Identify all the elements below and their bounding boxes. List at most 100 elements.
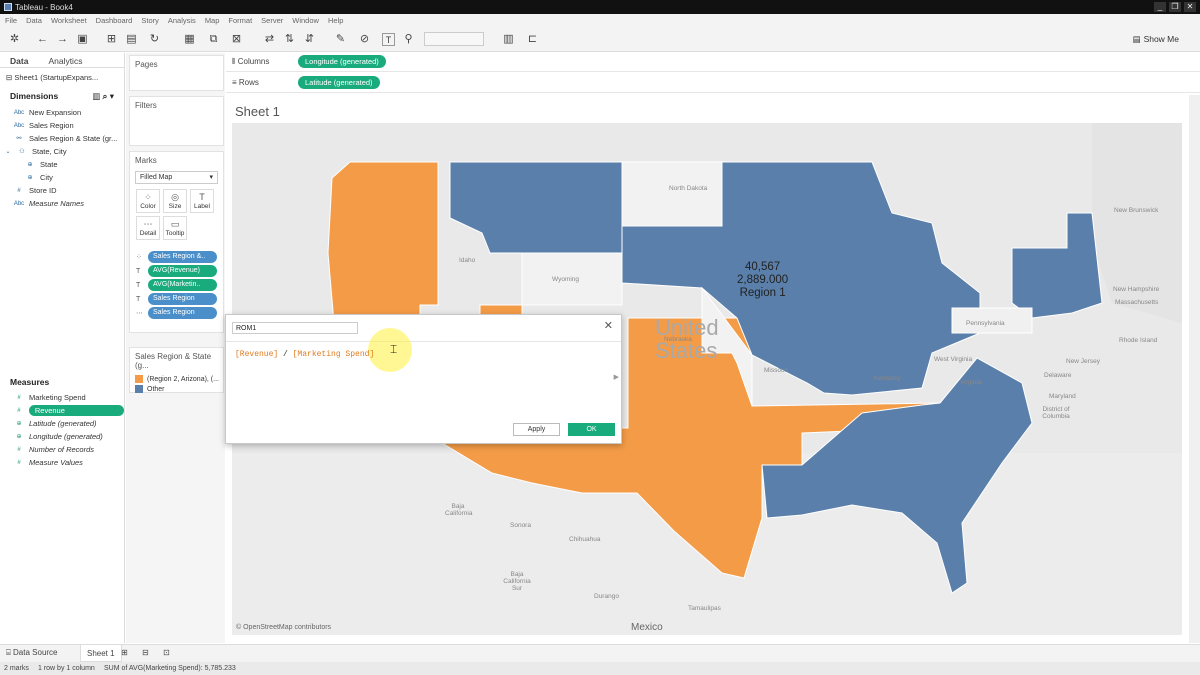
detail-button[interactable]: ⋯ Detail [136,216,160,240]
formula-field-revenue: [Revenue] [235,350,279,359]
menu-file[interactable]: File [5,16,17,25]
fit-dropdown[interactable] [424,32,484,46]
menu-dashboard[interactable]: Dashboard [96,16,133,25]
field-state[interactable]: ⊕ State [0,158,124,171]
columns-pill-longitude[interactable]: Longitude (generated) [298,55,386,68]
show-labels-icon[interactable]: T [382,33,395,46]
new-story-tab-icon[interactable]: ⊡ [163,648,170,657]
show-cards-icon[interactable]: ▥ [502,33,515,46]
field-sales-region[interactable]: Abc Sales Region [0,119,124,132]
field-new-expansion[interactable]: Abc New Expansion [0,106,124,119]
menu-analysis[interactable]: Analysis [168,16,196,25]
map-attribution[interactable]: © OpenStreetMap contributors [236,624,331,631]
duplicate-sheet-icon[interactable]: ⧉ [207,33,220,46]
pin-axes-icon[interactable]: ⚲ [402,33,415,46]
close-icon[interactable]: ✕ [604,321,613,332]
new-worksheet-icon[interactable]: ▦ [183,33,196,46]
menu-story[interactable]: Story [141,16,159,25]
pages-card[interactable]: Pages [129,55,224,91]
mark-type-dropdown[interactable]: Filled Map ▾ [135,171,218,184]
map-label-delaware: Delaware [1044,372,1072,379]
menu-data[interactable]: Data [26,16,42,25]
tooltip-button[interactable]: ▭ Tooltip [163,216,187,240]
new-datasource-icon[interactable]: ⊞ [105,33,118,46]
tab-analytics[interactable]: Analytics [38,53,92,67]
detail-encoding-icon: ⋯ [136,310,143,317]
rows-shelf[interactable]: ≡ Rows Latitude (generated) [226,73,1200,93]
ok-button[interactable]: OK [568,423,615,436]
pause-updates-icon[interactable]: ▤ [125,33,138,46]
field-marketing-spend[interactable]: # Marketing Spend [0,391,124,404]
menu-worksheet[interactable]: Worksheet [51,16,87,25]
sort-ascending-icon[interactable]: ⇅ [283,33,296,46]
formula-editor[interactable]: [Revenue] / [Marketing Spend] [235,350,374,359]
legend-item[interactable]: Other [130,384,223,394]
marks-pill-color[interactable]: ⁘ Sales Region &.. [136,251,217,263]
field-longitude-generated[interactable]: ⊕ Longitude (generated) [0,430,124,443]
field-state-city-hierarchy[interactable]: ⌄ ⚇ State, City [0,145,124,158]
new-dashboard-tab-icon[interactable]: ⊟ [142,648,149,657]
filters-card[interactable]: Filters [129,96,224,146]
label-button[interactable]: T Label [190,189,214,213]
field-measure-values[interactable]: # Measure Values [0,456,124,469]
field-measure-names[interactable]: Abc Measure Names [0,197,124,210]
number-type-icon: # [17,187,21,194]
minimize-button[interactable]: _ [1154,2,1166,12]
size-button[interactable]: ◎ Size [163,189,187,213]
columns-shelf[interactable]: ⦀ Columns Longitude (generated) [226,52,1200,72]
collapse-chevron-icon[interactable]: ⌄ [4,148,12,155]
legend-item[interactable]: (Region 2, Arizona), (... [130,374,223,384]
color-button[interactable]: ⁘ Color [136,189,160,213]
geo-globe-icon: ⊕ [16,434,22,440]
highlight-icon[interactable]: ✎ [334,33,347,46]
swap-axes-icon[interactable]: ⇄ [263,33,276,46]
mark-buttons: ⁘ Color ◎ Size T Label ⋯ Detail ▭ Tooltip [130,186,223,243]
string-type-icon: Abc [13,109,25,116]
field-city[interactable]: ⊕ City [0,171,124,184]
expand-arrow-icon[interactable]: ▶ [614,373,619,381]
menu-help[interactable]: Help [328,16,343,25]
sheet1-tab[interactable]: Sheet 1 [80,645,122,662]
color-encoding-icon: ⁘ [136,254,142,261]
menu-window[interactable]: Window [292,16,319,25]
marks-pill-sales-region-label[interactable]: T Sales Region [136,293,217,305]
vertical-scrollbar[interactable] [1189,95,1200,643]
hierarchy-icon: ⚇ [19,149,25,155]
save-icon[interactable]: ▣ [76,33,89,46]
sheet-title: Sheet 1 [235,104,280,119]
dimensions-tools-icon[interactable]: ▥ ⌕ ▾ [92,91,114,102]
marks-pill-avg-revenue[interactable]: T AVG(Revenue) [136,265,217,277]
field-store-id[interactable]: # Store ID [0,184,124,197]
field-number-of-records[interactable]: # Number of Records [0,443,124,456]
maximize-button[interactable]: ❐ [1169,2,1181,12]
rows-pill-latitude[interactable]: Latitude (generated) [298,76,380,89]
new-worksheet-tab-icon[interactable]: ⊞ [121,648,128,657]
calculation-name-input[interactable] [232,322,358,334]
field-latitude-generated[interactable]: ⊕ Latitude (generated) [0,417,124,430]
sort-descending-icon[interactable]: ⇵ [303,33,316,46]
datasource-item[interactable]: ⊟ Sheet1 (StartupExpans... [0,68,124,87]
group-icon[interactable]: ⊘ [358,33,371,46]
close-window-button[interactable]: ✕ [1184,2,1196,12]
data-source-tab[interactable]: ⌸ Data Source [6,648,58,658]
field-sales-region-state-group[interactable]: ⚯ Sales Region & State (gr... [0,132,124,145]
field-revenue[interactable]: # Revenue [0,404,124,417]
region-1-label[interactable]: 40,567 2,889.000 Region 1 [737,261,788,300]
presentation-mode-icon[interactable]: ⊏ [526,33,539,46]
map-label-durango: Durango [594,593,619,600]
tableau-logo-icon[interactable]: ✲ [8,33,21,46]
undo-icon[interactable]: ← [36,33,49,46]
show-me-button[interactable]: ▤ Show Me [1133,34,1182,45]
apply-button[interactable]: Apply [513,423,560,436]
menu-map[interactable]: Map [205,16,220,25]
map-label-kentucky: Kentucky [874,375,901,382]
menu-format[interactable]: Format [228,16,252,25]
tab-data[interactable]: Data [0,53,39,67]
redo-icon[interactable]: → [56,33,69,46]
clear-sheet-icon[interactable]: ⊠ [230,33,243,46]
marks-pill-sales-region-detail[interactable]: ⋯ Sales Region [136,307,217,319]
tableau-app-icon [4,3,12,11]
refresh-icon[interactable]: ↻ [148,33,161,46]
menu-server[interactable]: Server [261,16,283,25]
marks-pill-avg-marketing[interactable]: T AVG(Marketin.. [136,279,217,291]
